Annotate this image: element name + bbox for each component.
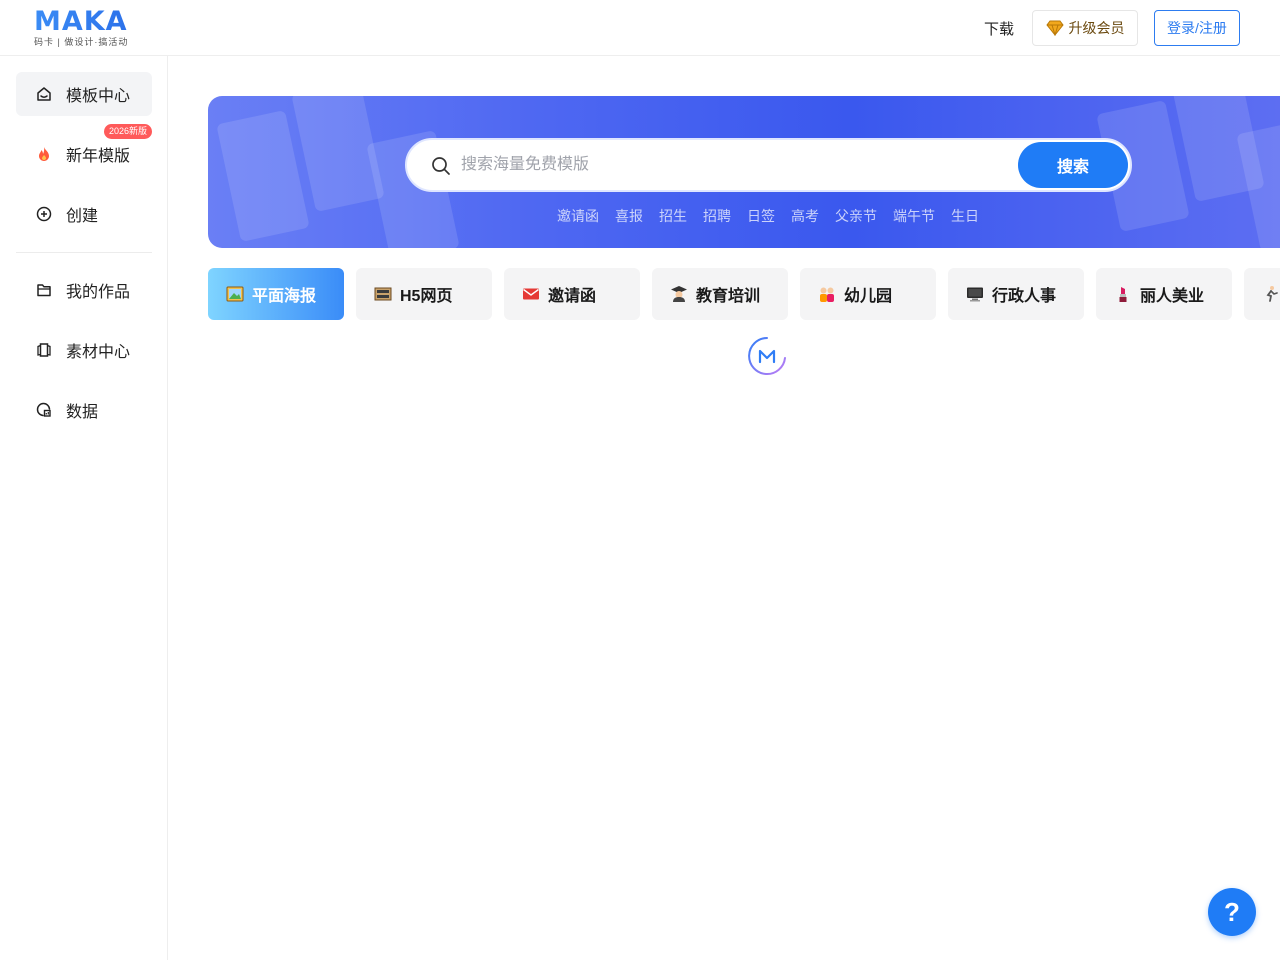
search-banner: 搜索 邀请函 喜报 招生 招聘 日签 高考 父亲节 端午节 生日 <box>208 96 1280 248</box>
search-button[interactable]: 搜索 <box>1018 142 1128 188</box>
category-tab-poster[interactable]: 平面海报 <box>208 268 344 320</box>
hot-tag[interactable]: 招生 <box>659 206 687 226</box>
logo-text: MAKA <box>34 8 144 36</box>
category-tab-label: 邀请函 <box>548 288 597 305</box>
sidebar-item-label: 模板中心 <box>66 88 131 105</box>
runner-icon <box>1266 286 1278 302</box>
top-header: MAKA 码卡 | 做设计·搞活动 下载 升级会员 登录/注册 <box>0 0 1280 56</box>
new-version-badge: 2026新版 <box>104 124 153 139</box>
sidebar-item-template-center[interactable]: 模板中心 <box>16 72 152 116</box>
kids-icon <box>820 287 834 302</box>
sidebar: 模板中心 新年模版 2026新版 创建 我的作品 素材中心 数据 <box>0 56 168 960</box>
category-tab-label: 丽人美业 <box>1140 288 1205 305</box>
category-tab-more[interactable] <box>1244 268 1280 320</box>
category-tabs: 平面海报 H5网页 邀请函 教育培训 幼儿园 行政人事 丽人美业 <box>208 268 1280 320</box>
sidebar-item-create[interactable]: 创建 <box>16 192 152 236</box>
hot-tag[interactable]: 喜报 <box>615 206 643 226</box>
poster-icon <box>226 286 244 302</box>
chart-icon <box>36 402 51 417</box>
diamond-icon <box>1045 20 1064 36</box>
category-tab-label: 教育培训 <box>696 288 761 305</box>
category-tab-label: 幼儿园 <box>844 288 893 305</box>
home-icon <box>37 87 51 101</box>
sidebar-item-data[interactable]: 数据 <box>16 388 152 432</box>
sidebar-item-new-year[interactable]: 新年模版 2026新版 <box>16 124 153 176</box>
sidebar-item-label: 新年模版 <box>66 148 131 165</box>
monitor-icon <box>967 287 983 302</box>
sidebar-item-my-works[interactable]: 我的作品 <box>16 268 152 312</box>
fire-icon <box>39 147 49 161</box>
login-register-button[interactable]: 登录/注册 <box>1154 10 1240 46</box>
upgrade-vip-button[interactable]: 升级会员 <box>1032 10 1138 46</box>
graduate-icon <box>671 286 687 302</box>
category-tab-label: 平面海报 <box>252 288 317 305</box>
hot-tag[interactable]: 高考 <box>791 206 819 226</box>
sidebar-item-materials[interactable]: 素材中心 <box>16 328 152 372</box>
hot-tag[interactable]: 端午节 <box>893 206 935 226</box>
category-tab-h5[interactable]: H5网页 <box>356 268 492 320</box>
hot-tag[interactable]: 日签 <box>747 206 775 226</box>
category-tab-admin-hr[interactable]: 行政人事 <box>948 268 1084 320</box>
sidebar-divider <box>16 252 152 253</box>
search-input[interactable] <box>461 150 1001 180</box>
hot-tag[interactable]: 父亲节 <box>835 206 877 226</box>
search-box[interactable]: 搜索 <box>405 138 1132 192</box>
hot-search-tags: 邀请函 喜报 招生 招聘 日签 高考 父亲节 端午节 生日 <box>557 206 979 226</box>
film-icon <box>374 287 392 301</box>
category-tab-label: 行政人事 <box>992 288 1057 305</box>
download-link[interactable]: 下载 <box>984 18 1014 39</box>
category-tab-invitation[interactable]: 邀请函 <box>504 268 640 320</box>
category-tab-beauty[interactable]: 丽人美业 <box>1096 268 1232 320</box>
category-tab-label: H5网页 <box>400 288 453 305</box>
sidebar-item-label: 创建 <box>66 208 99 225</box>
lipstick-icon <box>1119 287 1127 302</box>
envelope-icon <box>523 288 539 300</box>
sidebar-item-label: 我的作品 <box>66 284 131 301</box>
loading-spinner-icon <box>748 337 786 375</box>
hot-tag[interactable]: 招聘 <box>703 206 731 226</box>
search-icon <box>432 157 450 175</box>
logo-subtitle: 码卡 | 做设计·搞活动 <box>34 37 129 47</box>
category-tab-education[interactable]: 教育培训 <box>652 268 788 320</box>
hot-tag[interactable]: 生日 <box>951 206 979 226</box>
plus-circle-icon <box>36 206 52 222</box>
category-tab-kindergarten[interactable]: 幼儿园 <box>800 268 936 320</box>
help-button[interactable]: ? <box>1208 888 1256 936</box>
banner-decoration <box>216 110 310 242</box>
sidebar-item-label: 素材中心 <box>66 344 131 361</box>
book-icon <box>37 343 51 357</box>
folder-icon <box>37 284 51 297</box>
hot-tag[interactable]: 邀请函 <box>557 206 599 226</box>
maka-logo[interactable]: MAKA 码卡 | 做设计·搞活动 <box>34 8 144 48</box>
sidebar-item-label: 数据 <box>66 404 99 421</box>
upgrade-vip-label: 升级会员 <box>1068 20 1125 36</box>
